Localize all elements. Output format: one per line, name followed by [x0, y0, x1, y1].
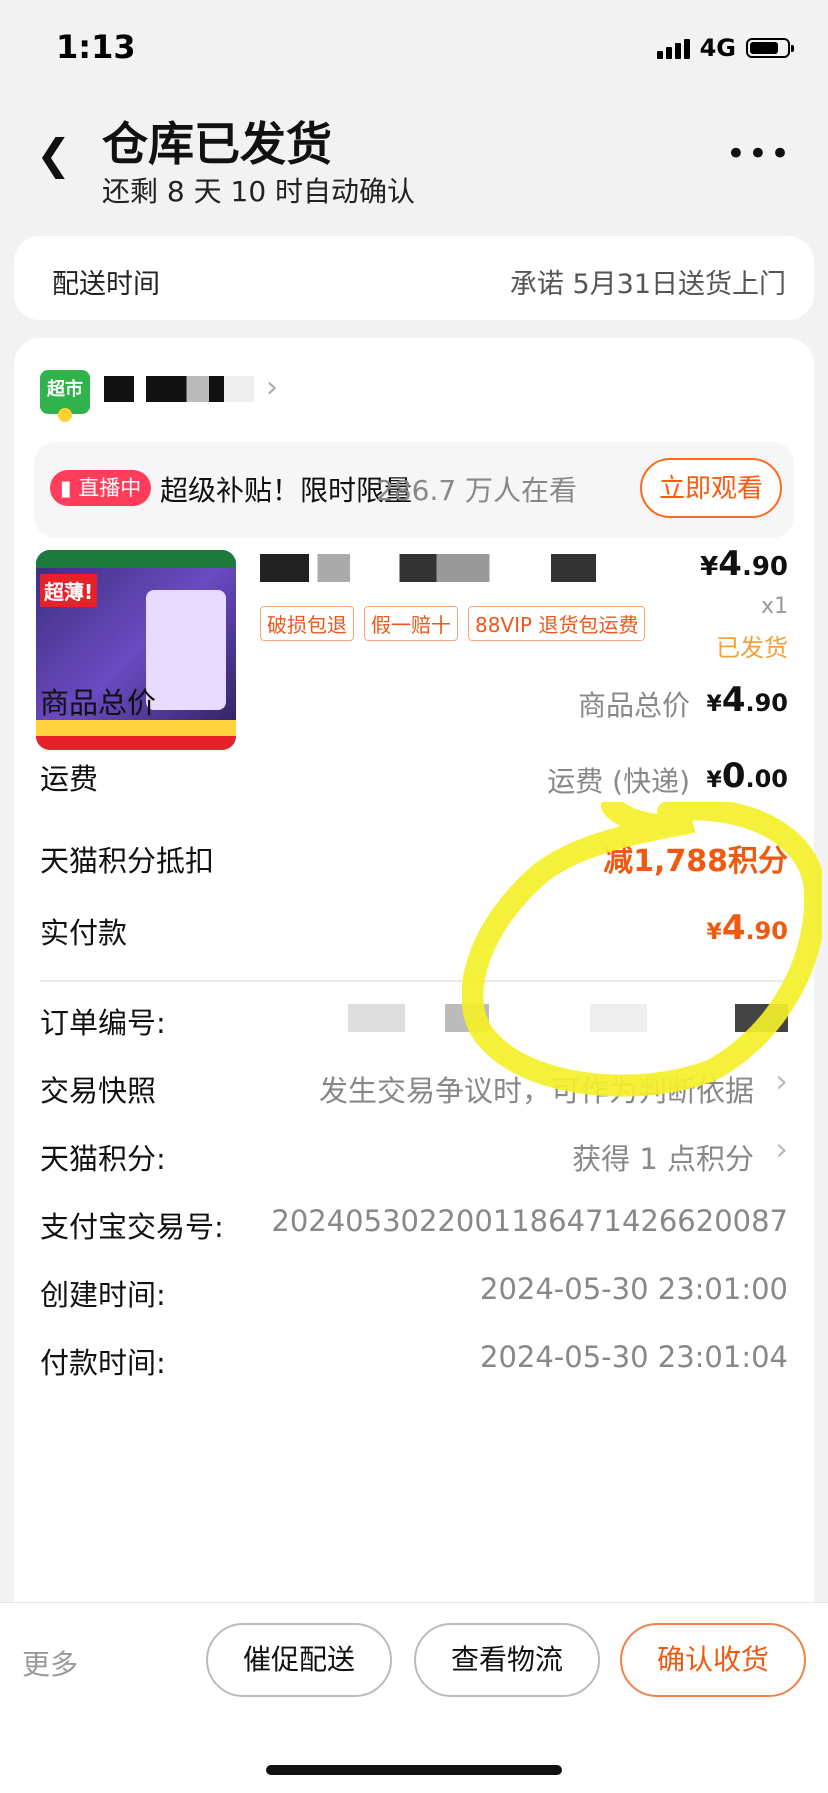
- alipay-no-label: 支付宝交易号:: [40, 1210, 224, 1244]
- goods-total-label: 商品总价: [40, 686, 157, 720]
- live-banner[interactable]: ▮ 直播中 超级补贴！限时限量 286.7 万人在看 立即观看: [34, 442, 794, 538]
- tag-damage-return: 破损包退: [260, 606, 354, 641]
- live-viewers: 286.7 万人在看: [376, 474, 578, 507]
- product-title-redacted[interactable]: [260, 554, 670, 582]
- view-logistics-button[interactable]: 查看物流: [414, 1623, 600, 1697]
- created-time-label: 创建时间:: [40, 1278, 166, 1312]
- status-indicators: 4G: [656, 34, 794, 62]
- tmall-points-label[interactable]: 天猫积分:: [40, 1136, 166, 1178]
- tag-vip-return-shipping: 88VIP 退货包运费: [468, 606, 646, 641]
- delivery-value: 承诺 5月31日送货上门: [509, 269, 786, 300]
- live-badge-label: 直播中: [78, 476, 142, 500]
- watch-now-button[interactable]: 立即观看: [640, 458, 782, 518]
- status-time: 1:13: [56, 28, 136, 66]
- shipping-amount: ¥0.00: [706, 756, 789, 796]
- network-type: 4G: [699, 34, 736, 62]
- product-quantity: x1: [760, 594, 788, 619]
- home-indicator[interactable]: [266, 1765, 562, 1775]
- signal-icon: [656, 37, 690, 59]
- snapshot-label[interactable]: 交易快照: [40, 1068, 156, 1110]
- highlight-circle-annotation: [462, 802, 822, 1097]
- shop-name-redacted[interactable]: [104, 376, 254, 402]
- created-time-value: 2024-05-30 23:01:00: [480, 1272, 788, 1306]
- page-title: 仓库已发货: [102, 117, 332, 171]
- shipping-label: 运费: [40, 762, 99, 796]
- back-icon[interactable]: ❮: [36, 130, 71, 179]
- battery-icon: [746, 38, 794, 58]
- page-subtitle: 还剩 8 天 10 时自动确认: [102, 175, 416, 208]
- tag-fake-compensation: 假一赔十: [364, 606, 458, 641]
- chevron-right-icon[interactable]: ›: [266, 370, 278, 405]
- chevron-right-icon[interactable]: ›: [775, 1130, 788, 1168]
- goods-total-sub: 商品总价: [577, 689, 690, 722]
- product-image-badge: 超薄!: [40, 574, 98, 607]
- alipay-no-value: 2024053022001186471426620087: [271, 1204, 788, 1238]
- supermarket-logo-icon: 超市: [40, 370, 90, 422]
- points-deduction-label: 天猫积分抵扣: [40, 844, 215, 878]
- delivery-card: 配送时间 承诺 5月31日送货上门: [14, 236, 814, 320]
- order-no-label: 订单编号:: [40, 1006, 166, 1040]
- delivery-label: 配送时间: [52, 269, 160, 300]
- product-tags: 破损包退 假一赔十 88VIP 退货包运费: [260, 606, 646, 641]
- urge-delivery-button[interactable]: 催促配送: [206, 1623, 392, 1697]
- paid-label: 实付款: [40, 916, 128, 950]
- product-price: ¥4.90: [700, 544, 788, 584]
- live-text: 超级补贴！限时限量: [160, 474, 413, 507]
- bottom-action-bar: 更多 催促配送 查看物流 确认收货: [0, 1602, 828, 1793]
- tmall-points-value[interactable]: 获得 1 点积分: [572, 1136, 754, 1178]
- confirm-receipt-button[interactable]: 确认收货: [620, 1623, 806, 1697]
- shipping-sub: 运费 (快递): [547, 765, 690, 798]
- more-link[interactable]: 更多: [22, 1643, 78, 1683]
- product-status: 已发货: [716, 634, 788, 662]
- paid-time-label: 付款时间:: [40, 1346, 166, 1380]
- live-badge: ▮ 直播中: [50, 470, 152, 506]
- more-options-icon[interactable]: •••: [726, 134, 792, 174]
- live-bars-icon: ▮: [60, 476, 72, 500]
- goods-total-amount: ¥4.90: [706, 680, 789, 720]
- paid-time-value: 2024-05-30 23:01:04: [480, 1340, 788, 1374]
